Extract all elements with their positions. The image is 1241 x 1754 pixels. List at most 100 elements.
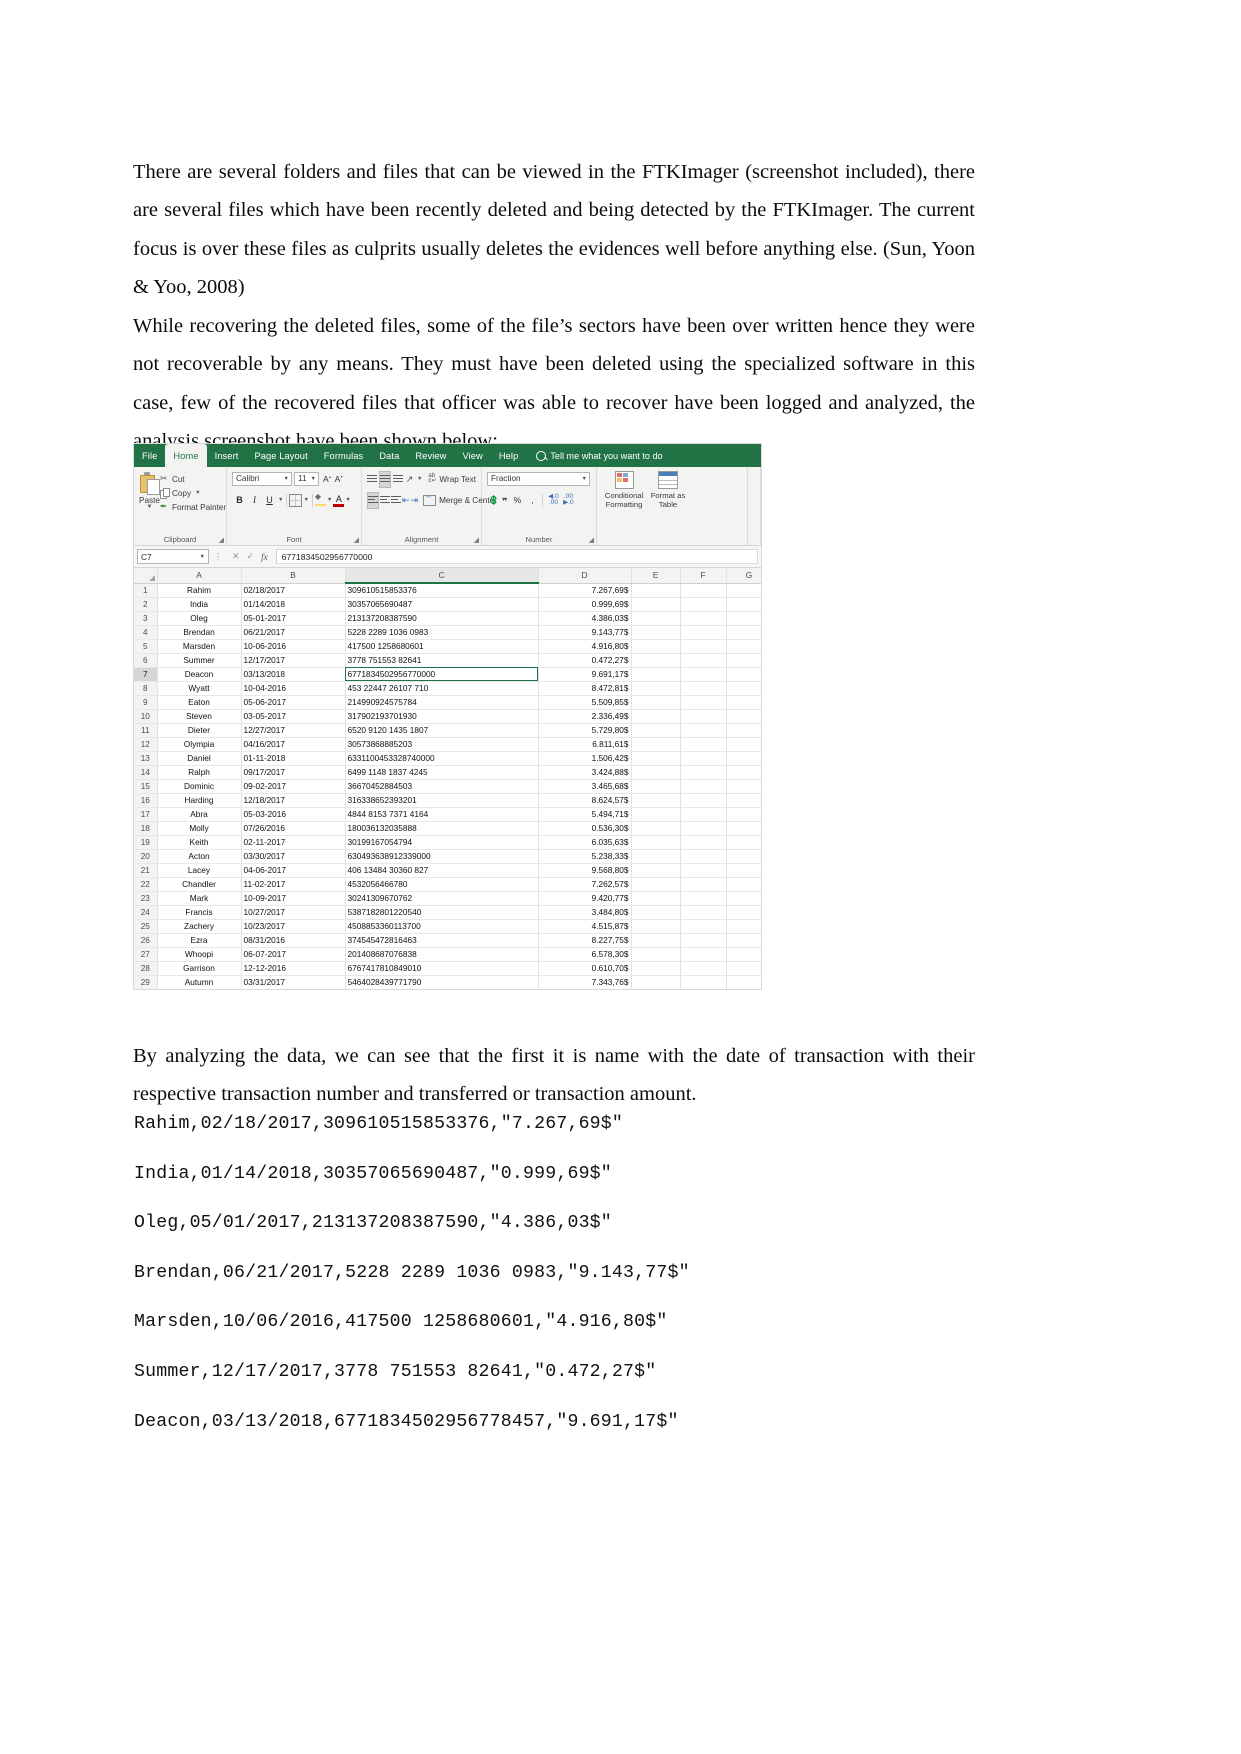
cell-e17[interactable]: [631, 807, 681, 822]
row-header[interactable]: 20: [134, 849, 158, 864]
bold-button[interactable]: B: [232, 493, 247, 508]
cell-f7[interactable]: [680, 667, 727, 682]
decrease-indent-icon[interactable]: [402, 493, 410, 508]
cell-g15[interactable]: [726, 779, 761, 794]
cell-d25[interactable]: 4.515,87$: [538, 919, 632, 934]
cell-c4[interactable]: 5228 2289 1036 0983: [345, 625, 539, 640]
cell-f1[interactable]: [680, 583, 727, 598]
cell-d27[interactable]: 6.578,30$: [538, 947, 632, 962]
cell-a16[interactable]: Harding: [157, 793, 242, 808]
cell-d15[interactable]: 3.465,68$: [538, 779, 632, 794]
row-header[interactable]: 27: [134, 947, 158, 962]
cell-b7[interactable]: 03/13/2018: [241, 667, 346, 682]
tab-file[interactable]: File: [134, 444, 165, 467]
cell-c24[interactable]: 5387182801220540: [345, 905, 539, 920]
font-size-combo[interactable]: 11 ▼: [294, 471, 319, 486]
align-center-icon[interactable]: [380, 493, 390, 508]
cell-d13[interactable]: 1.506,42$: [538, 751, 632, 766]
cell-b24[interactable]: 10/27/2017: [241, 905, 346, 920]
cell-d28[interactable]: 0.610,70$: [538, 961, 632, 976]
cell-a11[interactable]: Dieter: [157, 723, 242, 738]
cell-c11[interactable]: 6520 9120 1435 1807: [345, 723, 539, 738]
cell-f16[interactable]: [680, 793, 727, 808]
align-right-icon[interactable]: [391, 493, 401, 508]
cell-d22[interactable]: 7.262,57$: [538, 877, 632, 892]
underline-dropdown-caret-icon[interactable]: ▼: [277, 497, 284, 503]
cell-e28[interactable]: [631, 961, 681, 976]
cell-f25[interactable]: [680, 919, 727, 934]
cell-c16[interactable]: 316338652393201: [345, 793, 539, 808]
cell-a10[interactable]: Steven: [157, 709, 242, 724]
row-header[interactable]: 1: [134, 583, 158, 598]
cell-d23[interactable]: 9.420,77$: [538, 891, 632, 906]
align-left-icon[interactable]: [367, 491, 379, 509]
cell-g2[interactable]: [726, 597, 761, 612]
tab-home[interactable]: Home: [165, 444, 207, 467]
cell-g12[interactable]: [726, 737, 761, 752]
cell-b26[interactable]: 08/31/2016: [241, 933, 346, 948]
cell-c28[interactable]: 6767417810849010: [345, 961, 539, 976]
paste-icon[interactable]: [139, 472, 160, 495]
cell-g29[interactable]: [726, 975, 761, 989]
cell-e10[interactable]: [631, 709, 681, 724]
cell-c19[interactable]: 30199167054794: [345, 835, 539, 850]
format-as-table-button[interactable]: Format as Table: [646, 471, 690, 545]
cell-f22[interactable]: [680, 877, 727, 892]
cell-b22[interactable]: 11-02-2017: [241, 877, 346, 892]
number-dialog-launcher-icon[interactable]: ◢: [589, 536, 594, 544]
cell-f10[interactable]: [680, 709, 727, 724]
row-header[interactable]: 23: [134, 891, 158, 906]
row-header[interactable]: 13: [134, 751, 158, 766]
cell-f21[interactable]: [680, 863, 727, 878]
cell-a24[interactable]: Francis: [157, 905, 242, 920]
cell-d3[interactable]: 4.386,03$: [538, 611, 632, 626]
row-header[interactable]: 2: [134, 597, 158, 612]
cell-c13[interactable]: 6331100453328740000: [345, 751, 539, 766]
cell-a17[interactable]: Abra: [157, 807, 242, 822]
cell-d6[interactable]: 0.472,27$: [538, 653, 632, 668]
cell-d1[interactable]: 7.267,69$: [538, 583, 632, 598]
cell-f12[interactable]: [680, 737, 727, 752]
cell-f19[interactable]: [680, 835, 727, 850]
cell-f28[interactable]: [680, 961, 727, 976]
cell-b13[interactable]: 01-11-2018: [241, 751, 346, 766]
cell-a5[interactable]: Marsden: [157, 639, 242, 654]
cell-a20[interactable]: Acton: [157, 849, 242, 864]
cell-c12[interactable]: 30573868885203: [345, 737, 539, 752]
copy-dropdown-caret-icon[interactable]: ▼: [194, 490, 201, 496]
cell-d7[interactable]: 9.691,17$: [538, 667, 632, 682]
cell-d11[interactable]: 5.729,80$: [538, 723, 632, 738]
tab-formulas[interactable]: Formulas: [316, 444, 372, 467]
row-header[interactable]: 9: [134, 695, 158, 710]
cell-b25[interactable]: 10/23/2017: [241, 919, 346, 934]
cell-e1[interactable]: [631, 583, 681, 598]
formula-bar-more-icon[interactable]: ⋮: [212, 552, 224, 561]
cell-e18[interactable]: [631, 821, 681, 836]
cell-f29[interactable]: [680, 975, 727, 989]
cell-g28[interactable]: [726, 961, 761, 976]
alignment-dialog-launcher-icon[interactable]: ◢: [474, 536, 479, 544]
row-header[interactable]: 14: [134, 765, 158, 780]
column-header-a[interactable]: A: [157, 568, 242, 584]
row-header[interactable]: 28: [134, 961, 158, 976]
cell-g3[interactable]: [726, 611, 761, 626]
increase-indent-icon[interactable]: [411, 493, 419, 508]
cell-a6[interactable]: Summer: [157, 653, 242, 668]
cell-d24[interactable]: 3.484,80$: [538, 905, 632, 920]
increase-decimal-icon[interactable]: ◀.0.00: [546, 493, 560, 508]
cell-b9[interactable]: 05-06-2017: [241, 695, 346, 710]
cell-f23[interactable]: [680, 891, 727, 906]
cell-d21[interactable]: 9.568,80$: [538, 863, 632, 878]
cell-f3[interactable]: [680, 611, 727, 626]
cell-e11[interactable]: [631, 723, 681, 738]
align-bottom-icon[interactable]: [392, 472, 403, 487]
cell-g21[interactable]: [726, 863, 761, 878]
cell-a28[interactable]: Garrison: [157, 961, 242, 976]
wrap-text-button[interactable]: ab c↵ Wrap Text: [428, 473, 476, 484]
cell-c14[interactable]: 6499 1148 1837 4245: [345, 765, 539, 780]
cell-a27[interactable]: Whoopi: [157, 947, 242, 962]
cell-c17[interactable]: 4844 8153 7371 4164: [345, 807, 539, 822]
cell-g16[interactable]: [726, 793, 761, 808]
cell-c2[interactable]: 30357065690487: [345, 597, 539, 612]
cell-a7[interactable]: Deacon: [157, 667, 242, 682]
